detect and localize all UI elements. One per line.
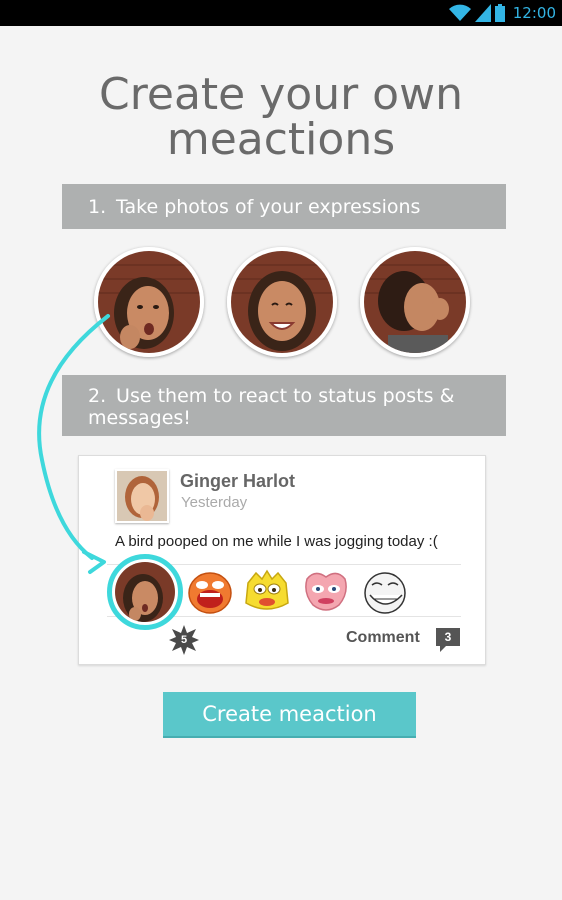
reaction-count-badge: 5 (169, 625, 199, 655)
pink-face-sticker[interactable] (303, 569, 349, 615)
smiling-expression-photo (227, 247, 337, 357)
comment-count: 3 (444, 630, 452, 644)
headline: Create your own meactions (0, 72, 562, 162)
orange-face-sticker[interactable] (187, 569, 233, 615)
author-name[interactable]: Ginger Harlot (180, 471, 295, 492)
surprised-expression-photo (94, 247, 204, 357)
status-time: 12:00 (512, 4, 556, 22)
post-timestamp: Yesterday (181, 494, 248, 511)
author-avatar (115, 469, 169, 523)
step-1-number: 1. (88, 196, 107, 218)
post-text: A bird pooped on me while I was jogging … (115, 533, 438, 550)
disgusted-expression-photo (360, 247, 470, 357)
user-meaction[interactable] (107, 554, 183, 630)
create-meaction-button[interactable]: Create meaction (163, 692, 416, 736)
step-2-banner: 2. Use them to react to status posts & m… (62, 375, 506, 436)
comment-button[interactable]: Comment (346, 629, 420, 647)
reaction-count: 5 (180, 634, 188, 646)
step-2-number: 2. (88, 385, 107, 407)
signal-icon (474, 4, 491, 22)
step-1-text: Take photos of your expressions (116, 196, 421, 218)
status-icons: 12:00 (448, 3, 556, 23)
step-2-text: Use them to react to status posts & mess… (88, 385, 455, 429)
comment-count-bubble: 3 (436, 628, 462, 654)
battery-icon (494, 4, 505, 22)
headline-line-1: Create your own (99, 69, 463, 120)
wifi-icon (448, 4, 471, 21)
yellow-face-sticker[interactable] (244, 569, 290, 615)
status-post-card: Ginger Harlot Yesterday A bird pooped on… (78, 455, 486, 665)
status-bar: 12:00 (0, 0, 562, 26)
headline-line-2: meactions (166, 114, 396, 165)
troll-face-sticker[interactable] (362, 569, 408, 615)
step-1-banner: 1. Take photos of your expressions (62, 184, 506, 229)
